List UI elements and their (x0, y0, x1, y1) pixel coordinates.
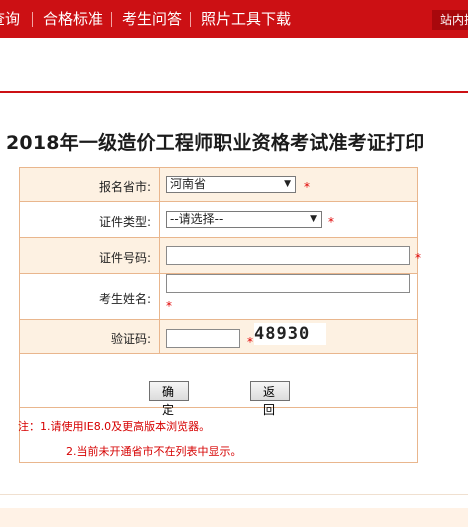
note-province-availability: 2.当前未开通省市不在列表中显示。 (66, 445, 242, 458)
nav-item-pass-standard[interactable]: 合格标准 (43, 9, 103, 29)
cert-type-label: 证件类型: (98, 215, 151, 229)
nav-item-photo-tool-download[interactable]: 照片工具下载 (201, 9, 291, 29)
nav-divider (32, 12, 33, 27)
form-row-province: 报名省市: 河南省 ▼ * (20, 168, 417, 202)
admission-print-form: 报名省市: 河南省 ▼ * 证件类型: --请选择-- ▼ * 证件号码: * … (18, 167, 421, 463)
form-row-cert-type: 证件类型: --请选择-- ▼ * (20, 202, 417, 238)
cert-number-label: 证件号码: (98, 251, 151, 265)
province-select-value: 河南省 (170, 177, 207, 191)
site-search-button[interactable]: 站内搜 (432, 10, 468, 30)
nav-divider (190, 12, 191, 27)
required-mark: * (247, 335, 253, 349)
captcha-label: 验证码: (110, 332, 151, 346)
captcha-image[interactable]: 48930 (254, 323, 326, 345)
page-title: 2018年一级造价工程师职业资格考试准考证打印 (6, 132, 425, 154)
form-row-cert-number: 证件号码: * (20, 238, 421, 274)
footer-band (0, 508, 468, 527)
required-mark: * (166, 299, 172, 313)
form-row-candidate-name: 考生姓名: * (20, 274, 417, 320)
header-divider (0, 91, 468, 93)
captcha-input[interactable] (166, 329, 240, 348)
confirm-button[interactable]: 确定 (149, 381, 189, 417)
note-browser-requirement: 注：1.请使用IE8.0及更高版本浏览器。 (18, 420, 211, 433)
candidate-name-label: 考生姓名: (98, 292, 151, 306)
footer-divider (0, 494, 468, 495)
cert-number-input[interactable] (166, 246, 410, 265)
required-mark: * (415, 251, 421, 265)
nav-item-candidate-qa[interactable]: 考生问答 (122, 9, 182, 29)
nav-divider (111, 12, 112, 27)
cert-type-select-value: --请选择-- (170, 212, 224, 226)
candidate-name-input[interactable] (166, 274, 410, 293)
form-row-captcha: 验证码: * 48930 (20, 320, 417, 354)
required-mark: * (304, 180, 310, 194)
province-label: 报名省市: (98, 180, 151, 194)
required-mark: * (328, 215, 334, 229)
dropdown-arrow-icon: ▼ (310, 214, 317, 224)
province-select[interactable]: 河南省 ▼ (166, 176, 296, 193)
nav-item-query[interactable]: 查询 (0, 9, 20, 29)
form-row-buttons: 确定 返回 (20, 354, 417, 417)
top-nav: 查询 合格标准 考生问答 照片工具下载 站内搜 (0, 0, 468, 38)
cert-type-select[interactable]: --请选择-- ▼ (166, 211, 322, 228)
back-button[interactable]: 返回 (250, 381, 290, 417)
dropdown-arrow-icon: ▼ (284, 179, 291, 189)
